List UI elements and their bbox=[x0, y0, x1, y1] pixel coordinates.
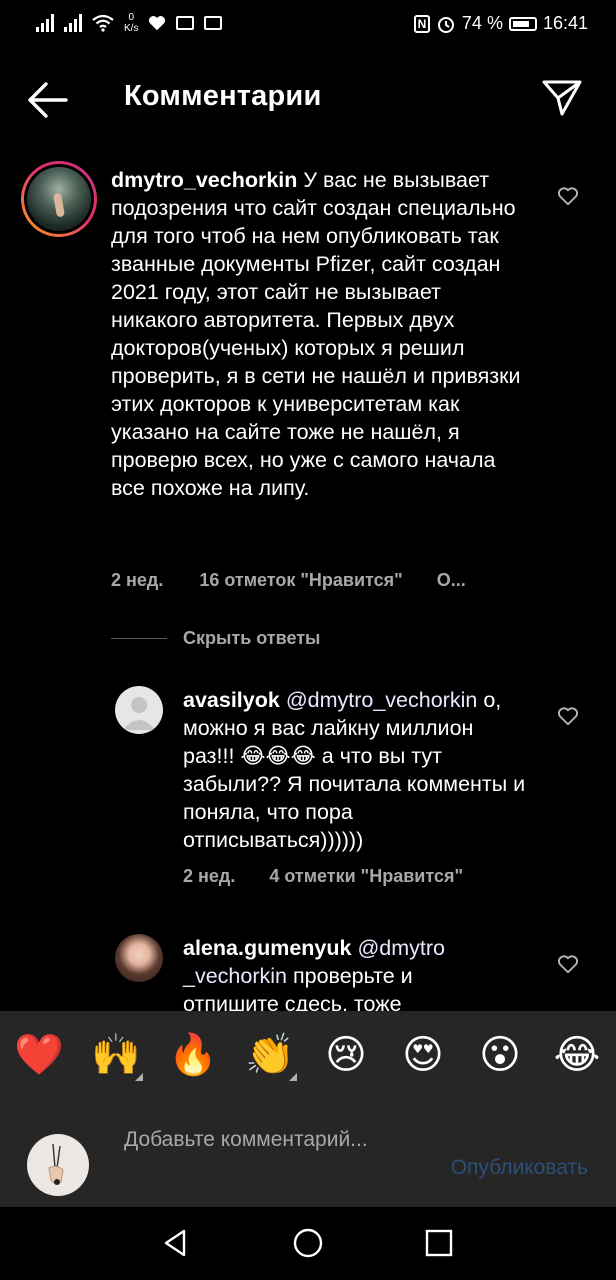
comment-input[interactable]: Добавьте комментарий... bbox=[124, 1126, 384, 1154]
comment-body: У вас не вызывает подозрения что сайт со… bbox=[111, 168, 521, 500]
emoji-raised-hands[interactable]: 🙌 bbox=[91, 1031, 143, 1081]
reply-likes[interactable]: 4 отметки "Нравится" bbox=[269, 866, 463, 887]
system-nav-bar bbox=[0, 1207, 616, 1280]
emoji-surprised-face[interactable]: 😮 bbox=[476, 1031, 524, 1079]
default-avatar-icon bbox=[123, 697, 155, 730]
nfc-icon: N bbox=[413, 14, 430, 33]
notification-2-icon bbox=[204, 16, 223, 30]
hide-replies-button[interactable]: Скрыть ответы bbox=[111, 624, 320, 652]
reply-time: 2 нед. bbox=[183, 866, 236, 886]
wifi-icon bbox=[92, 14, 114, 32]
reply-mention[interactable]: @dmytro_vechorkin bbox=[286, 688, 478, 712]
comment-likes[interactable]: 16 отметок "Нравится" bbox=[199, 570, 402, 591]
back-arrow-icon[interactable] bbox=[24, 78, 72, 122]
nav-home-icon[interactable] bbox=[292, 1227, 324, 1259]
emoji-clapping-hands[interactable]: 👏 bbox=[245, 1031, 297, 1081]
speed-value: 0 bbox=[128, 12, 134, 23]
hide-replies-label: Скрыть ответы bbox=[183, 627, 321, 648]
emoji-laughing-face[interactable]: 😂 bbox=[553, 1031, 601, 1079]
comment-text: dmytro_vechorkin У вас не вызывает подоз… bbox=[111, 166, 531, 502]
comment-time: 2 нед. bbox=[111, 570, 164, 590]
emoji-heart[interactable]: ❤️ bbox=[14, 1031, 64, 1079]
emoji-quick-bar: ❤️ 🙌 🔥 👏 😢 😍 😮 😂 bbox=[0, 1011, 616, 1104]
profile-picture-icon bbox=[48, 1143, 64, 1185]
reply-username[interactable]: alena.gumenyuk bbox=[183, 936, 351, 960]
avatar[interactable] bbox=[115, 934, 163, 982]
reply-meta: 2 нед. 4 отметки "Нравится" bbox=[183, 866, 463, 887]
emoji-raised-hands-glyph: 🙌 bbox=[91, 1033, 141, 1077]
my-avatar[interactable] bbox=[27, 1134, 89, 1196]
notification-icon bbox=[176, 16, 195, 30]
reply-button[interactable]: О... bbox=[437, 570, 466, 591]
nav-recents-icon[interactable] bbox=[423, 1227, 455, 1259]
avatar[interactable] bbox=[21, 161, 97, 237]
cellular-signal-2-icon bbox=[64, 14, 82, 32]
clock: 16:41 bbox=[542, 13, 588, 33]
page-title: Комментарии bbox=[124, 80, 322, 112]
skin-tone-indicator bbox=[135, 1073, 143, 1081]
heart-status-icon bbox=[149, 16, 166, 31]
comment-compose: Добавьте комментарий... Опубликовать bbox=[0, 1104, 616, 1207]
emoji-fire[interactable]: 🔥 bbox=[168, 1031, 218, 1079]
emoji-heart-eyes[interactable]: 😍 bbox=[399, 1031, 447, 1079]
reply-username[interactable]: avasilyok bbox=[183, 688, 280, 712]
emoji-clapping-hands-glyph: 👏 bbox=[245, 1033, 295, 1077]
alarm-icon bbox=[437, 16, 454, 33]
send-direct-icon[interactable] bbox=[538, 76, 586, 120]
like-heart-icon[interactable] bbox=[557, 953, 579, 975]
reply-text: avasilyok @dmytro_vechorkin о, можно я в… bbox=[183, 686, 528, 854]
cellular-signal-icon bbox=[36, 14, 54, 32]
status-bar: 0 K/s N 74 % 16:41 bbox=[0, 0, 616, 50]
publish-button[interactable]: Опубликовать bbox=[451, 1156, 588, 1180]
avatar[interactable] bbox=[115, 686, 163, 734]
reply-body: о, можно я вас лайкну миллион раз!!! 😂😂😂… bbox=[183, 688, 526, 852]
nav-back-icon[interactable] bbox=[160, 1227, 192, 1259]
divider bbox=[111, 637, 167, 639]
header: Комментарии bbox=[0, 60, 616, 140]
network-speed: 0 K/s bbox=[124, 12, 138, 34]
emoji-crying-face[interactable]: 😢 bbox=[322, 1031, 370, 1079]
skin-tone-indicator bbox=[289, 1073, 297, 1081]
comment-username[interactable]: dmytro_vechorkin bbox=[111, 168, 297, 192]
battery-icon bbox=[508, 16, 537, 31]
battery-percent: 74 % bbox=[461, 13, 503, 33]
like-heart-icon[interactable] bbox=[557, 185, 579, 207]
comment-meta: 2 нед. 16 отметок "Нравится" О... bbox=[111, 570, 466, 591]
reply-text: alena.gumenyuk @dmytro _vechorkin провер… bbox=[183, 934, 473, 1018]
speed-unit: K/s bbox=[124, 23, 139, 34]
like-heart-icon[interactable] bbox=[557, 705, 579, 727]
